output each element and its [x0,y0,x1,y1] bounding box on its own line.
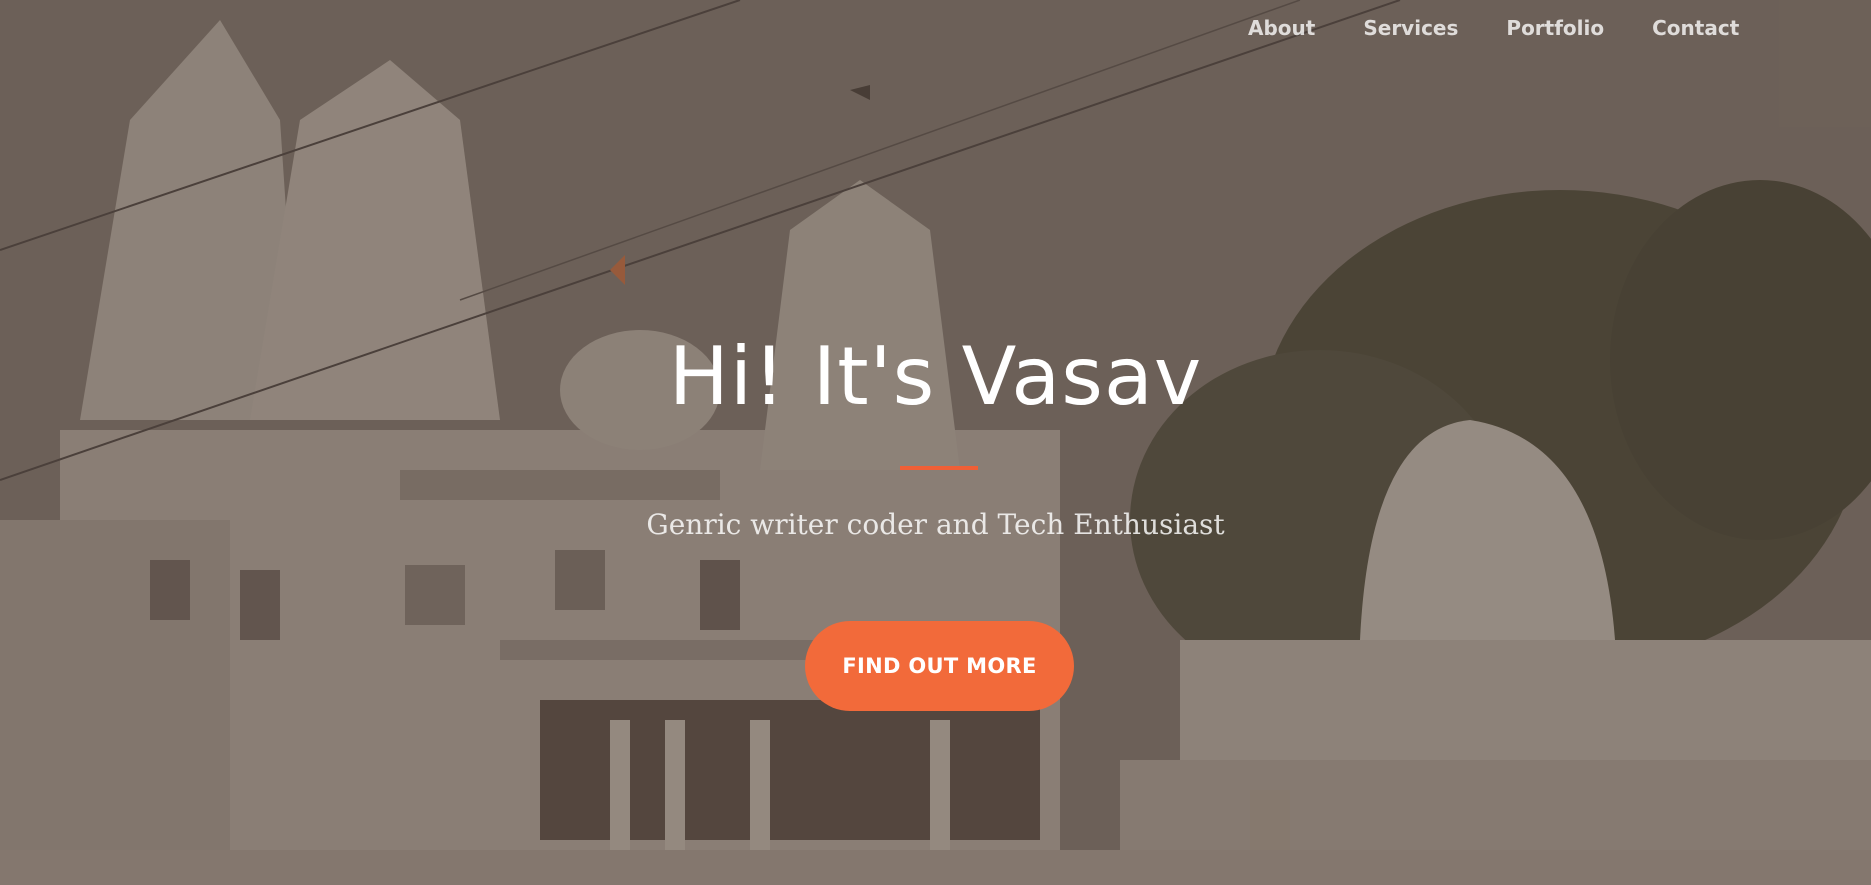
title-divider [900,466,978,470]
nav-link-portfolio[interactable]: Portfolio [1482,14,1628,42]
hero-title: Hi! It's Vasav [668,330,1203,423]
nav-link-services[interactable]: Services [1339,14,1482,42]
top-navigation: About Services Portfolio Contact [1228,14,1763,42]
nav-link-about[interactable]: About [1228,14,1339,42]
hero-subtitle: Genric writer coder and Tech Enthusiast [646,508,1225,541]
find-out-more-button[interactable]: FIND OUT MORE [805,621,1074,711]
background-overlay [0,0,1871,885]
nav-link-contact[interactable]: Contact [1628,14,1763,42]
hero-section: About Services Portfolio Contact Hi! It'… [0,0,1871,885]
